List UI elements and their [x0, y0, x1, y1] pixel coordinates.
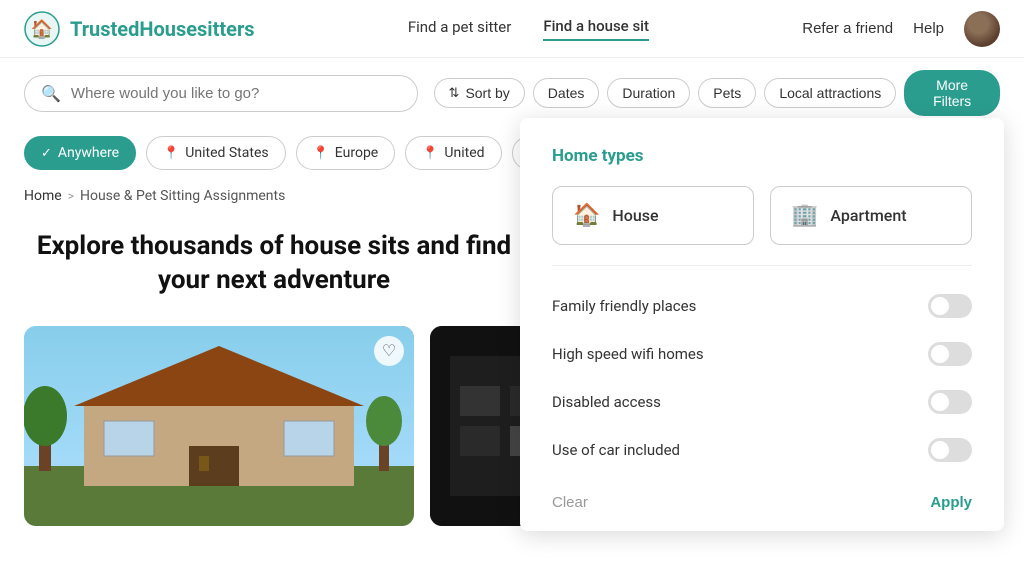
toggle-wifi[interactable]: [928, 342, 972, 366]
search-box[interactable]: 🔍: [24, 75, 418, 112]
favorite-button-1[interactable]: ♡: [374, 336, 404, 366]
dropdown-title: Home types: [552, 146, 972, 166]
home-type-grid: 🏠 House 🏢 Apartment: [552, 186, 972, 245]
more-filters-button[interactable]: More Filters: [904, 70, 1000, 116]
house-icon: 🏠: [573, 203, 600, 228]
avatar[interactable]: [964, 11, 1000, 47]
apartment-icon: 🏢: [791, 203, 818, 228]
toggle-label-family: Family friendly places: [552, 297, 696, 315]
toggle-row-disabled: Disabled access: [552, 378, 972, 426]
local-attractions-button[interactable]: Local attractions: [764, 78, 896, 108]
refer-friend-button[interactable]: Refer a friend: [802, 20, 893, 37]
breadcrumb-separator: >: [68, 189, 74, 203]
search-icon: 🔍: [41, 84, 61, 103]
pets-button[interactable]: Pets: [698, 78, 756, 108]
toggle-disabled[interactable]: [928, 390, 972, 414]
toggle-row-wifi: High speed wifi homes: [552, 330, 972, 378]
avatar-image: [964, 11, 1000, 47]
panel-footer: Clear Apply: [552, 478, 972, 511]
toggle-row-car: Use of car included: [552, 426, 972, 474]
duration-button[interactable]: Duration: [607, 78, 690, 108]
nav-find-house-sit[interactable]: Find a house sit: [543, 17, 649, 41]
header-right: Refer a friend Help: [802, 11, 1000, 47]
apply-button[interactable]: Apply: [930, 494, 972, 511]
filter-buttons: ⇅ Sort by Dates Duration Pets Local attr…: [434, 70, 1000, 116]
location-pill-united[interactable]: 📍 United: [405, 136, 501, 170]
logo-text: TrustedHousesitters: [70, 17, 255, 41]
sort-icon: ⇅: [449, 85, 460, 101]
hero-title: Explore thousands of house sits and find…: [24, 230, 524, 318]
toggle-family[interactable]: [928, 294, 972, 318]
search-input[interactable]: [71, 85, 401, 102]
logo[interactable]: 🏠 TrustedHousesitters: [24, 11, 255, 47]
home-type-house[interactable]: 🏠 House: [552, 186, 754, 245]
house-image: [24, 326, 414, 526]
toggle-car[interactable]: [928, 438, 972, 462]
breadcrumb-home[interactable]: Home: [24, 188, 62, 204]
pin-icon: 📍: [313, 146, 329, 161]
divider: [552, 265, 972, 266]
nav-find-pet-sitter[interactable]: Find a pet sitter: [408, 18, 512, 40]
toggle-label-disabled: Disabled access: [552, 393, 661, 411]
sort-by-button[interactable]: ⇅ Sort by: [434, 78, 525, 108]
breadcrumb-current: House & Pet Sitting Assignments: [80, 188, 285, 204]
toggle-row-family: Family friendly places: [552, 282, 972, 330]
toggle-label-car: Use of car included: [552, 441, 680, 459]
svg-text:🏠: 🏠: [31, 19, 53, 40]
header: 🏠 TrustedHousesitters Find a pet sitter …: [0, 0, 1024, 58]
location-pill-europe[interactable]: 📍 Europe: [296, 136, 396, 170]
logo-icon: 🏠: [24, 11, 60, 47]
dropdown-panel: Home types 🏠 House 🏢 Apartment Family fr…: [520, 118, 1004, 531]
help-button[interactable]: Help: [913, 20, 944, 37]
home-type-apartment[interactable]: 🏢 Apartment: [770, 186, 972, 245]
main-nav: Find a pet sitter Find a house sit: [408, 17, 649, 41]
location-pill-united-states[interactable]: 📍 United States: [146, 136, 286, 170]
pin-icon: 📍: [422, 146, 438, 161]
dates-button[interactable]: Dates: [533, 78, 600, 108]
check-icon: ✓: [41, 146, 52, 161]
toggle-label-wifi: High speed wifi homes: [552, 345, 704, 363]
card-1[interactable]: ♡: [24, 326, 414, 526]
clear-button[interactable]: Clear: [552, 494, 588, 511]
pin-icon: 📍: [163, 146, 179, 161]
location-pill-anywhere[interactable]: ✓ Anywhere: [24, 136, 136, 170]
